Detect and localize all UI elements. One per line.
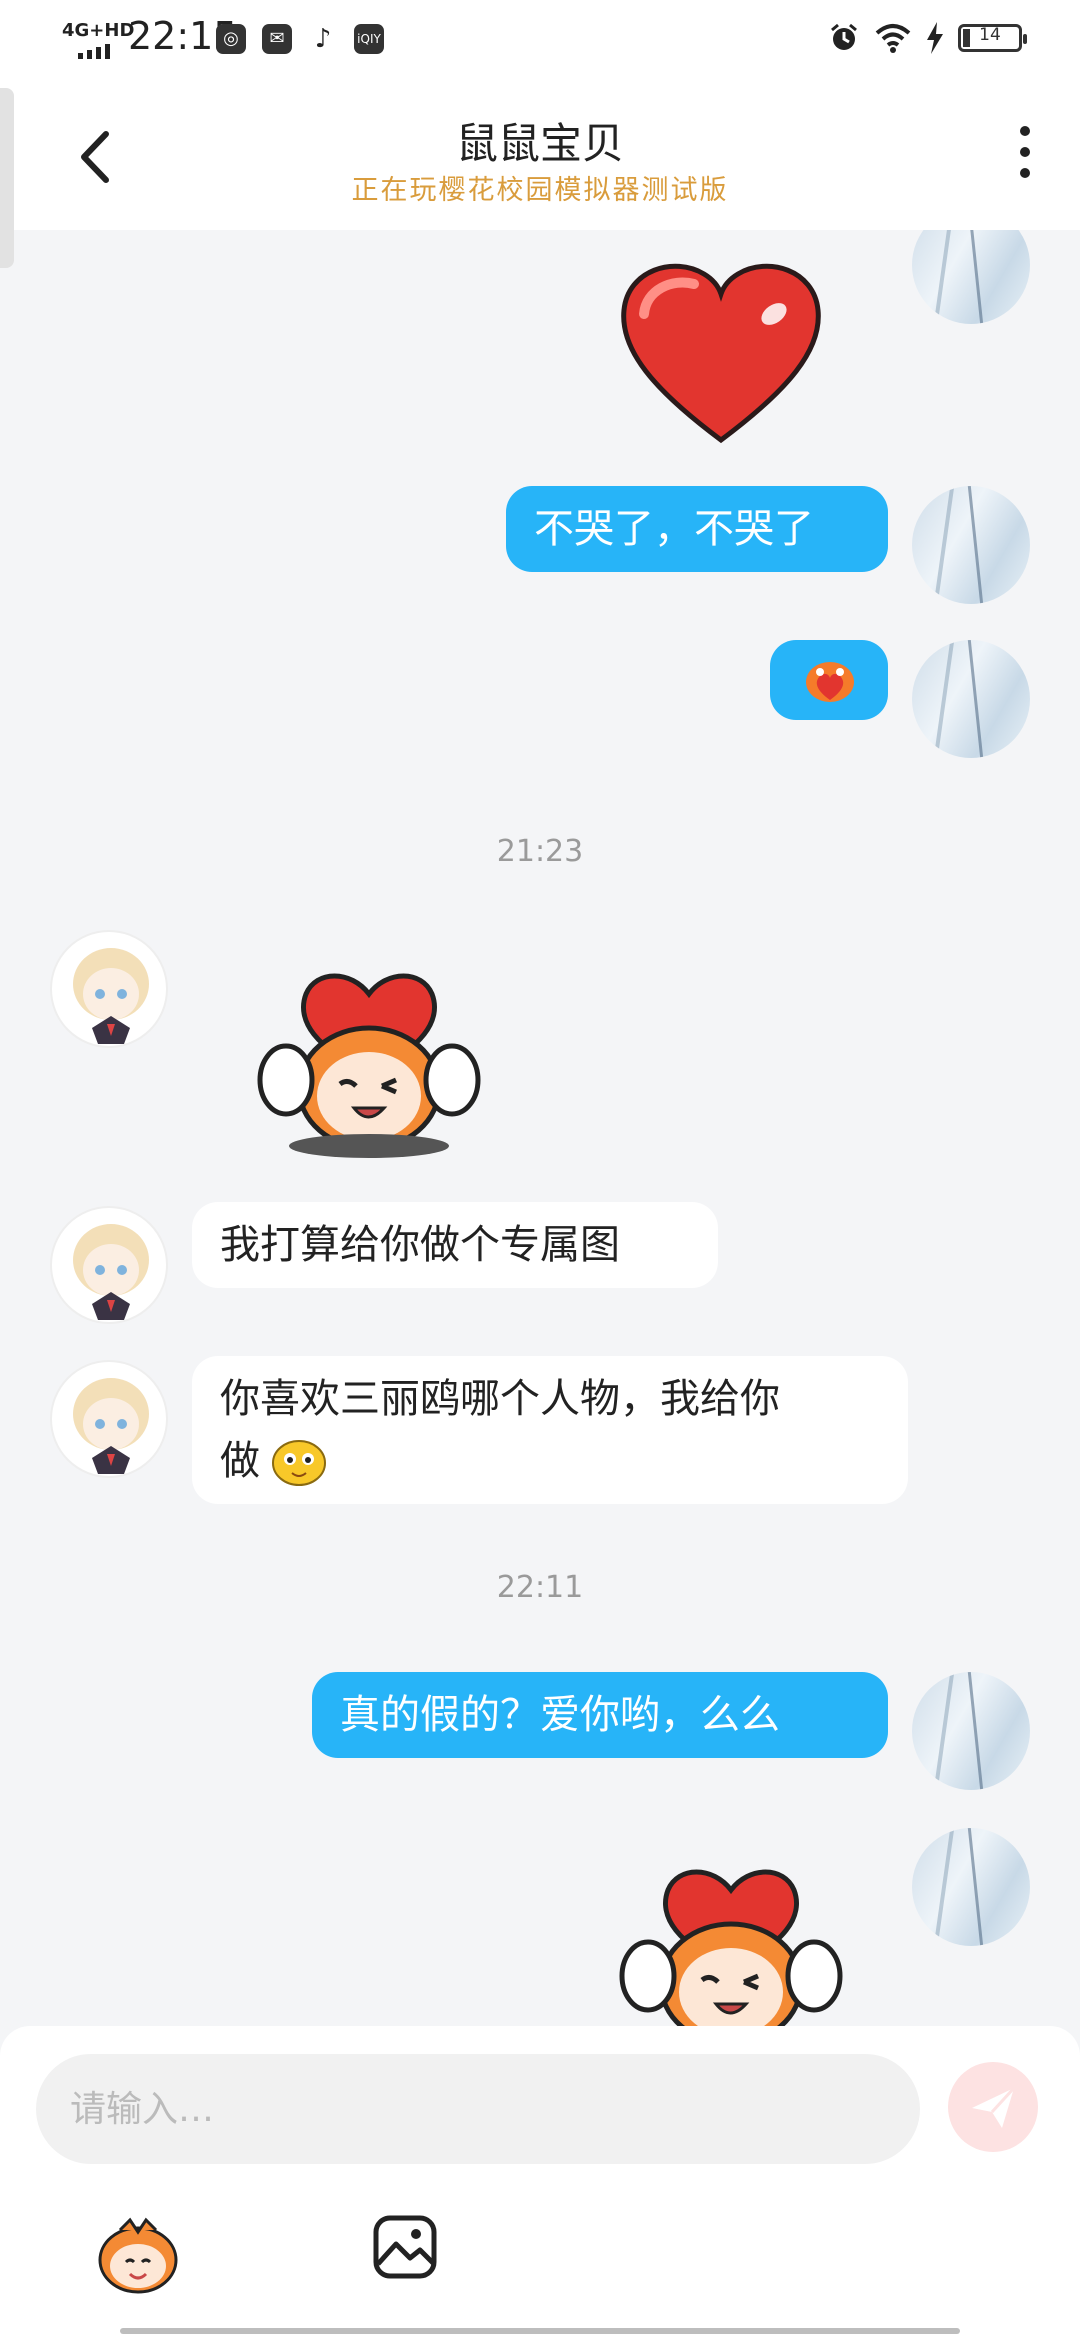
anime-girl-avatar-icon: [73, 948, 149, 1044]
my-avatar[interactable]: [912, 640, 1030, 758]
message-input[interactable]: [36, 2054, 920, 2164]
alarm-icon: [831, 23, 857, 50]
character-heart-sticker[interactable]: [256, 960, 482, 1160]
qq-icon: ◎: [216, 24, 246, 54]
message-bubble-in[interactable]: 你喜欢三丽鸥哪个人物，我给你 做: [192, 1356, 908, 1504]
battery-level: 14: [979, 25, 1001, 45]
my-avatar[interactable]: [912, 1672, 1030, 1790]
network-indicator: 4G+HD: [62, 20, 135, 41]
sticker-picker-icon[interactable]: [90, 2206, 186, 2302]
wifi-icon: [875, 24, 911, 53]
message-bubble-out[interactable]: 真的假的？爱你哟，么么: [312, 1672, 888, 1758]
contact-avatar[interactable]: [50, 1360, 168, 1478]
iqiyi-icon: iQIY: [354, 24, 384, 54]
signal-icon: [78, 44, 110, 59]
message-list[interactable]: 不哭了，不哭了 21:23 我打算给你做个专属图 你喜欢三丽鸥哪个人物，我给你 …: [0, 230, 1080, 2030]
tiktok-icon: ♪: [314, 24, 332, 54]
charging-icon: [927, 22, 943, 54]
message-bubble-out[interactable]: 不哭了，不哭了: [506, 486, 888, 572]
message-text: 我打算给你做个专属图: [220, 1222, 620, 1268]
message-bubble-in[interactable]: 我打算给你做个专属图: [192, 1202, 718, 1288]
composer: [0, 2026, 1080, 2340]
send-button[interactable]: [948, 2062, 1038, 2152]
contact-avatar[interactable]: [50, 1206, 168, 1324]
send-icon: [972, 2086, 1016, 2128]
status-bar: 4G+HD 22:15 ◎ ✉ ♪ iQIY 14: [0, 0, 1080, 80]
anime-girl-avatar-icon: [73, 1378, 149, 1474]
emoji-sticker-icon: [806, 662, 854, 702]
contact-status: 正在玩樱花校园模拟器测试版: [351, 175, 729, 206]
message-timestamp: 21:23: [496, 834, 584, 869]
yellow-emoji-icon: [272, 1440, 326, 1486]
message-text-continued: 做: [220, 1438, 260, 1484]
contact-avatar[interactable]: [50, 930, 168, 1048]
message-bubble-out[interactable]: [770, 640, 888, 720]
anime-girl-avatar-icon: [73, 1224, 149, 1320]
image-picker-icon[interactable]: [372, 2214, 438, 2280]
contact-name: 鼠鼠宝贝: [455, 119, 624, 168]
status-right: 14: [828, 22, 1027, 54]
mail-icon: ✉: [262, 24, 292, 54]
battery-icon: 14: [958, 24, 1027, 52]
message-text: 真的假的？爱你哟，么么: [340, 1692, 780, 1738]
more-options-icon[interactable]: [1010, 126, 1040, 186]
message-text: 你喜欢三丽鸥哪个人物，我给你: [220, 1376, 780, 1422]
gesture-bar[interactable]: [120, 2328, 960, 2334]
notification-icons: ◎ ✉ ♪ iQIY: [216, 24, 384, 54]
message-text: 不哭了，不哭了: [534, 506, 814, 552]
message-text-line2: 做: [220, 1430, 880, 1492]
chat-header: 鼠鼠宝贝 正在玩樱花校园模拟器测试版: [0, 80, 1080, 230]
heart-sticker[interactable]: [614, 250, 828, 450]
message-timestamp: 22:11: [496, 1570, 584, 1605]
my-avatar[interactable]: [912, 1828, 1030, 1946]
my-avatar[interactable]: [912, 230, 1030, 324]
character-heart-sticker[interactable]: [618, 1856, 844, 2030]
my-avatar[interactable]: [912, 486, 1030, 604]
